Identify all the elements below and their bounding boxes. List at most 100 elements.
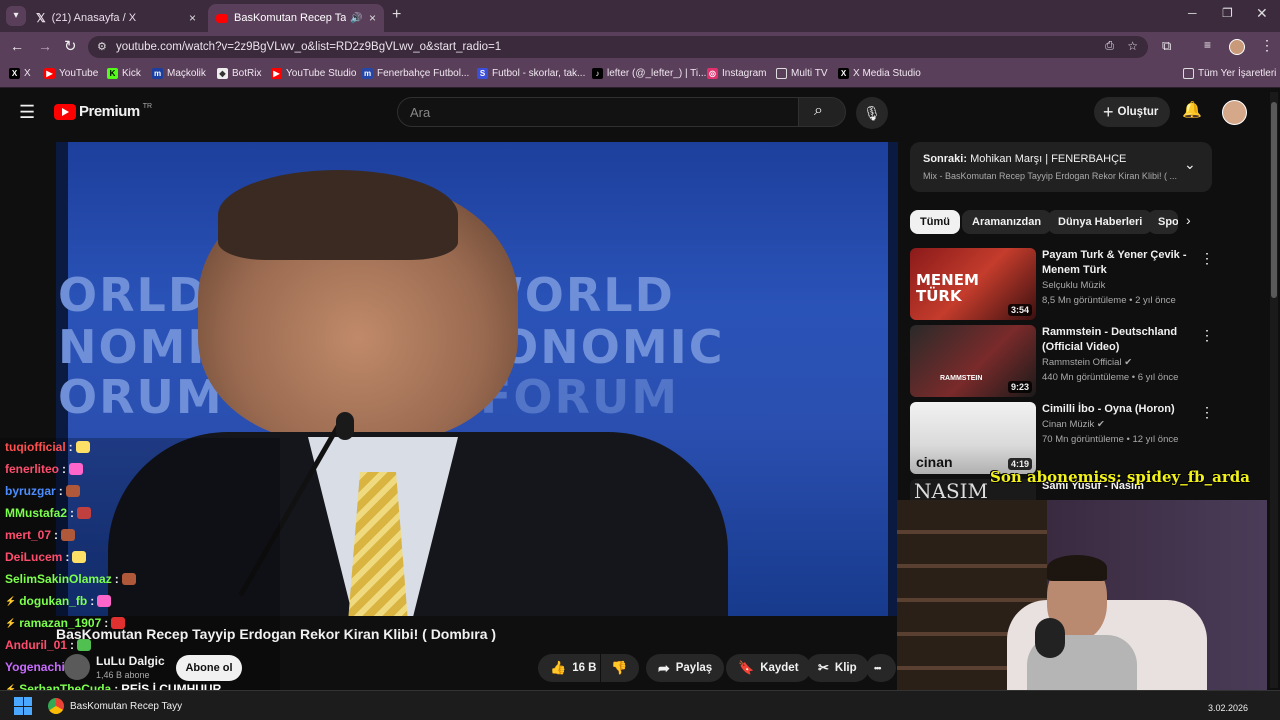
chat-message: SelimSakinOlamaz:: [5, 572, 136, 586]
like-button[interactable]: 👍 16 B: [538, 654, 600, 682]
last-subscriber-overlay: Son abonemiss: spidey_fb_arda: [990, 468, 1250, 486]
chat-separator: :: [70, 506, 75, 520]
voice-search-button[interactable]: 🎙: [856, 97, 888, 129]
all-bookmarks-folder[interactable]: Tüm Yer İşaretleri: [1183, 68, 1276, 79]
chip-world-news[interactable]: Dünya Haberleri: [1048, 210, 1153, 234]
emote-icon: [77, 507, 92, 519]
page-scrollbar[interactable]: [1270, 92, 1278, 688]
microphone-icon: 🎙: [863, 105, 881, 121]
channel-name: Rammstein Official ✔: [1042, 357, 1133, 368]
media-control-icon[interactable]: ≡: [1204, 38, 1211, 52]
channel-name: Selçuklu Müzik: [1042, 280, 1106, 291]
bookmark-youtube-studio[interactable]: ▶ YouTube Studio: [271, 68, 356, 79]
install-app-icon[interactable]: ⎙: [1105, 40, 1114, 53]
microphone-head: [336, 412, 354, 440]
fenerbahce-icon: m: [362, 68, 373, 79]
close-tab-icon[interactable]: ×: [189, 11, 196, 25]
create-button[interactable]: + Oluştur: [1094, 97, 1170, 127]
chat-separator: :: [62, 462, 67, 476]
channel-name[interactable]: LuLu Dalgic: [96, 654, 165, 668]
tab-title: (21) Anasayfa / X: [51, 12, 137, 24]
bookmark-instagram[interactable]: ◎ Instagram: [707, 68, 766, 79]
youtube-premium-logo[interactable]: Premium TR: [54, 103, 152, 120]
account-avatar[interactable]: [1222, 100, 1247, 125]
dislike-button[interactable]: 👎: [601, 654, 639, 682]
share-button[interactable]: ➦ Paylaş: [646, 654, 725, 682]
emote-icon: [75, 441, 90, 453]
thumbnail-text: NASIM: [914, 479, 989, 501]
close-window-icon[interactable]: ✕: [1256, 5, 1268, 22]
chip-from-your-search[interactable]: Aramanızdan: [962, 210, 1052, 234]
site-info-icon[interactable]: ⚙: [97, 40, 107, 53]
bookmark-fenerbahce[interactable]: m Fenerbahçe Futbol...: [362, 68, 469, 79]
thumbnail-text: cinan: [916, 454, 953, 470]
notifications-bell-icon[interactable]: 🔔: [1182, 100, 1202, 120]
chat-message: fenerliteo:: [5, 462, 84, 476]
hamburger-menu-icon[interactable]: ☰: [19, 102, 35, 123]
minimize-icon[interactable]: ─: [1188, 6, 1197, 20]
tab-search-button[interactable]: ▾: [6, 6, 26, 26]
emote-icon: [65, 485, 80, 497]
tab-youtube-video[interactable]: BasKomutan Recep Tayyip E 🔊 ×: [208, 4, 384, 32]
up-next-panel[interactable]: Sonraki: Mohikan Marşı | FENERBAHÇE Mix …: [910, 142, 1212, 192]
bookmark-botrix[interactable]: ◆ BotRix: [217, 68, 261, 79]
windows-start-icon[interactable]: [14, 697, 32, 715]
wef-backdrop-text: ORUM: [58, 370, 224, 424]
more-actions-button[interactable]: •••: [866, 654, 896, 682]
more-options-icon[interactable]: ⋮: [1200, 250, 1214, 267]
chat-message: tuqiofficial:: [5, 440, 90, 454]
taskbar-chrome-window[interactable]: BasKomutan Recep Tayy: [48, 694, 182, 718]
speaker-hair: [218, 170, 458, 260]
reload-icon[interactable]: ↻: [64, 37, 77, 55]
video-thumbnail[interactable]: cinan 4:19: [910, 402, 1036, 474]
channel-avatar[interactable]: [64, 654, 90, 680]
chip-all[interactable]: Tümü: [910, 210, 960, 234]
video-duration: 9:23: [1007, 381, 1032, 393]
mackolik-icon: m: [152, 68, 163, 79]
browser-menu-icon[interactable]: ⋮: [1260, 37, 1274, 54]
chat-message: Yogenachi:: [5, 660, 72, 674]
chat-message: DeiLucem:: [5, 550, 87, 564]
clip-button[interactable]: ✂ Klip: [806, 654, 869, 682]
forward-icon[interactable]: →: [38, 38, 52, 54]
close-tab-icon[interactable]: ×: [369, 11, 376, 25]
bookmark-x[interactable]: XX: [9, 68, 31, 79]
folder-icon: [776, 68, 787, 79]
bookmark-multi-tv[interactable]: Multi TV: [776, 68, 828, 79]
bookmark-kick[interactable]: K Kick: [107, 68, 141, 79]
bookmark-youtube[interactable]: ▶ YouTube: [44, 68, 98, 79]
bookmark-mackolik[interactable]: m Maçkolik: [152, 68, 206, 79]
kick-badge-icon: ⚡: [5, 595, 17, 606]
more-options-icon[interactable]: ⋮: [1200, 404, 1214, 421]
back-icon[interactable]: ←: [10, 38, 24, 54]
tab-x-home[interactable]: 𝕏 (21) Anasayfa / X ×: [28, 4, 204, 32]
bookmark-futbol-skorlar[interactable]: S Futbol - skorlar, tak...: [477, 68, 585, 79]
recommended-video[interactable]: MENEM TÜRK 3:54 Payam Turk & Yener Çevik…: [910, 248, 1214, 320]
address-bar[interactable]: ⚙ youtube.com/watch?v=2z9BgVLwv_o&list=R…: [88, 36, 1148, 58]
search-input[interactable]: Ara: [397, 97, 799, 127]
thumbs-up-icon: 👍: [550, 660, 567, 675]
chip-sports[interactable]: Spo: [1148, 210, 1178, 234]
more-icon: •••: [874, 663, 882, 673]
bookmark-lefter-tiktok[interactable]: ♪ lefter (@_lefter_) | Ti...: [592, 68, 706, 79]
restore-icon[interactable]: ❐: [1222, 6, 1233, 20]
recommended-video[interactable]: cinan 4:19 Cimilli İbo - Oyna (Horon) Ci…: [910, 402, 1214, 474]
video-thumbnail[interactable]: RAMMSTEIN 9:23: [910, 325, 1036, 397]
save-button[interactable]: 🔖 Kaydet: [726, 654, 811, 682]
bookmark-x-media-studio[interactable]: XX Media Studio: [838, 68, 921, 79]
chips-next-icon[interactable]: ›: [1186, 212, 1191, 228]
new-tab-button[interactable]: +: [392, 6, 401, 24]
bookmark-star-icon[interactable]: ☆: [1127, 39, 1138, 53]
profile-avatar[interactable]: [1229, 39, 1245, 55]
subscribe-button[interactable]: Abone ol: [176, 655, 242, 681]
extensions-icon[interactable]: ⧉: [1162, 38, 1171, 54]
search-button[interactable]: ⌕: [798, 97, 846, 127]
recommended-video[interactable]: RAMMSTEIN 9:23 Rammstein - Deutschland (…: [910, 325, 1214, 397]
browser-tab-strip: ▾ 𝕏 (21) Anasayfa / X × BasKomutan Recep…: [0, 0, 1280, 32]
video-thumbnail[interactable]: MENEM TÜRK 3:54: [910, 248, 1036, 320]
channel-name: Cinan Müzik ✔: [1042, 419, 1105, 430]
chevron-down-icon[interactable]: ⌄: [1184, 156, 1196, 173]
chrome-icon: [48, 698, 64, 714]
scrollbar-thumb[interactable]: [1271, 102, 1277, 298]
more-options-icon[interactable]: ⋮: [1200, 327, 1214, 344]
